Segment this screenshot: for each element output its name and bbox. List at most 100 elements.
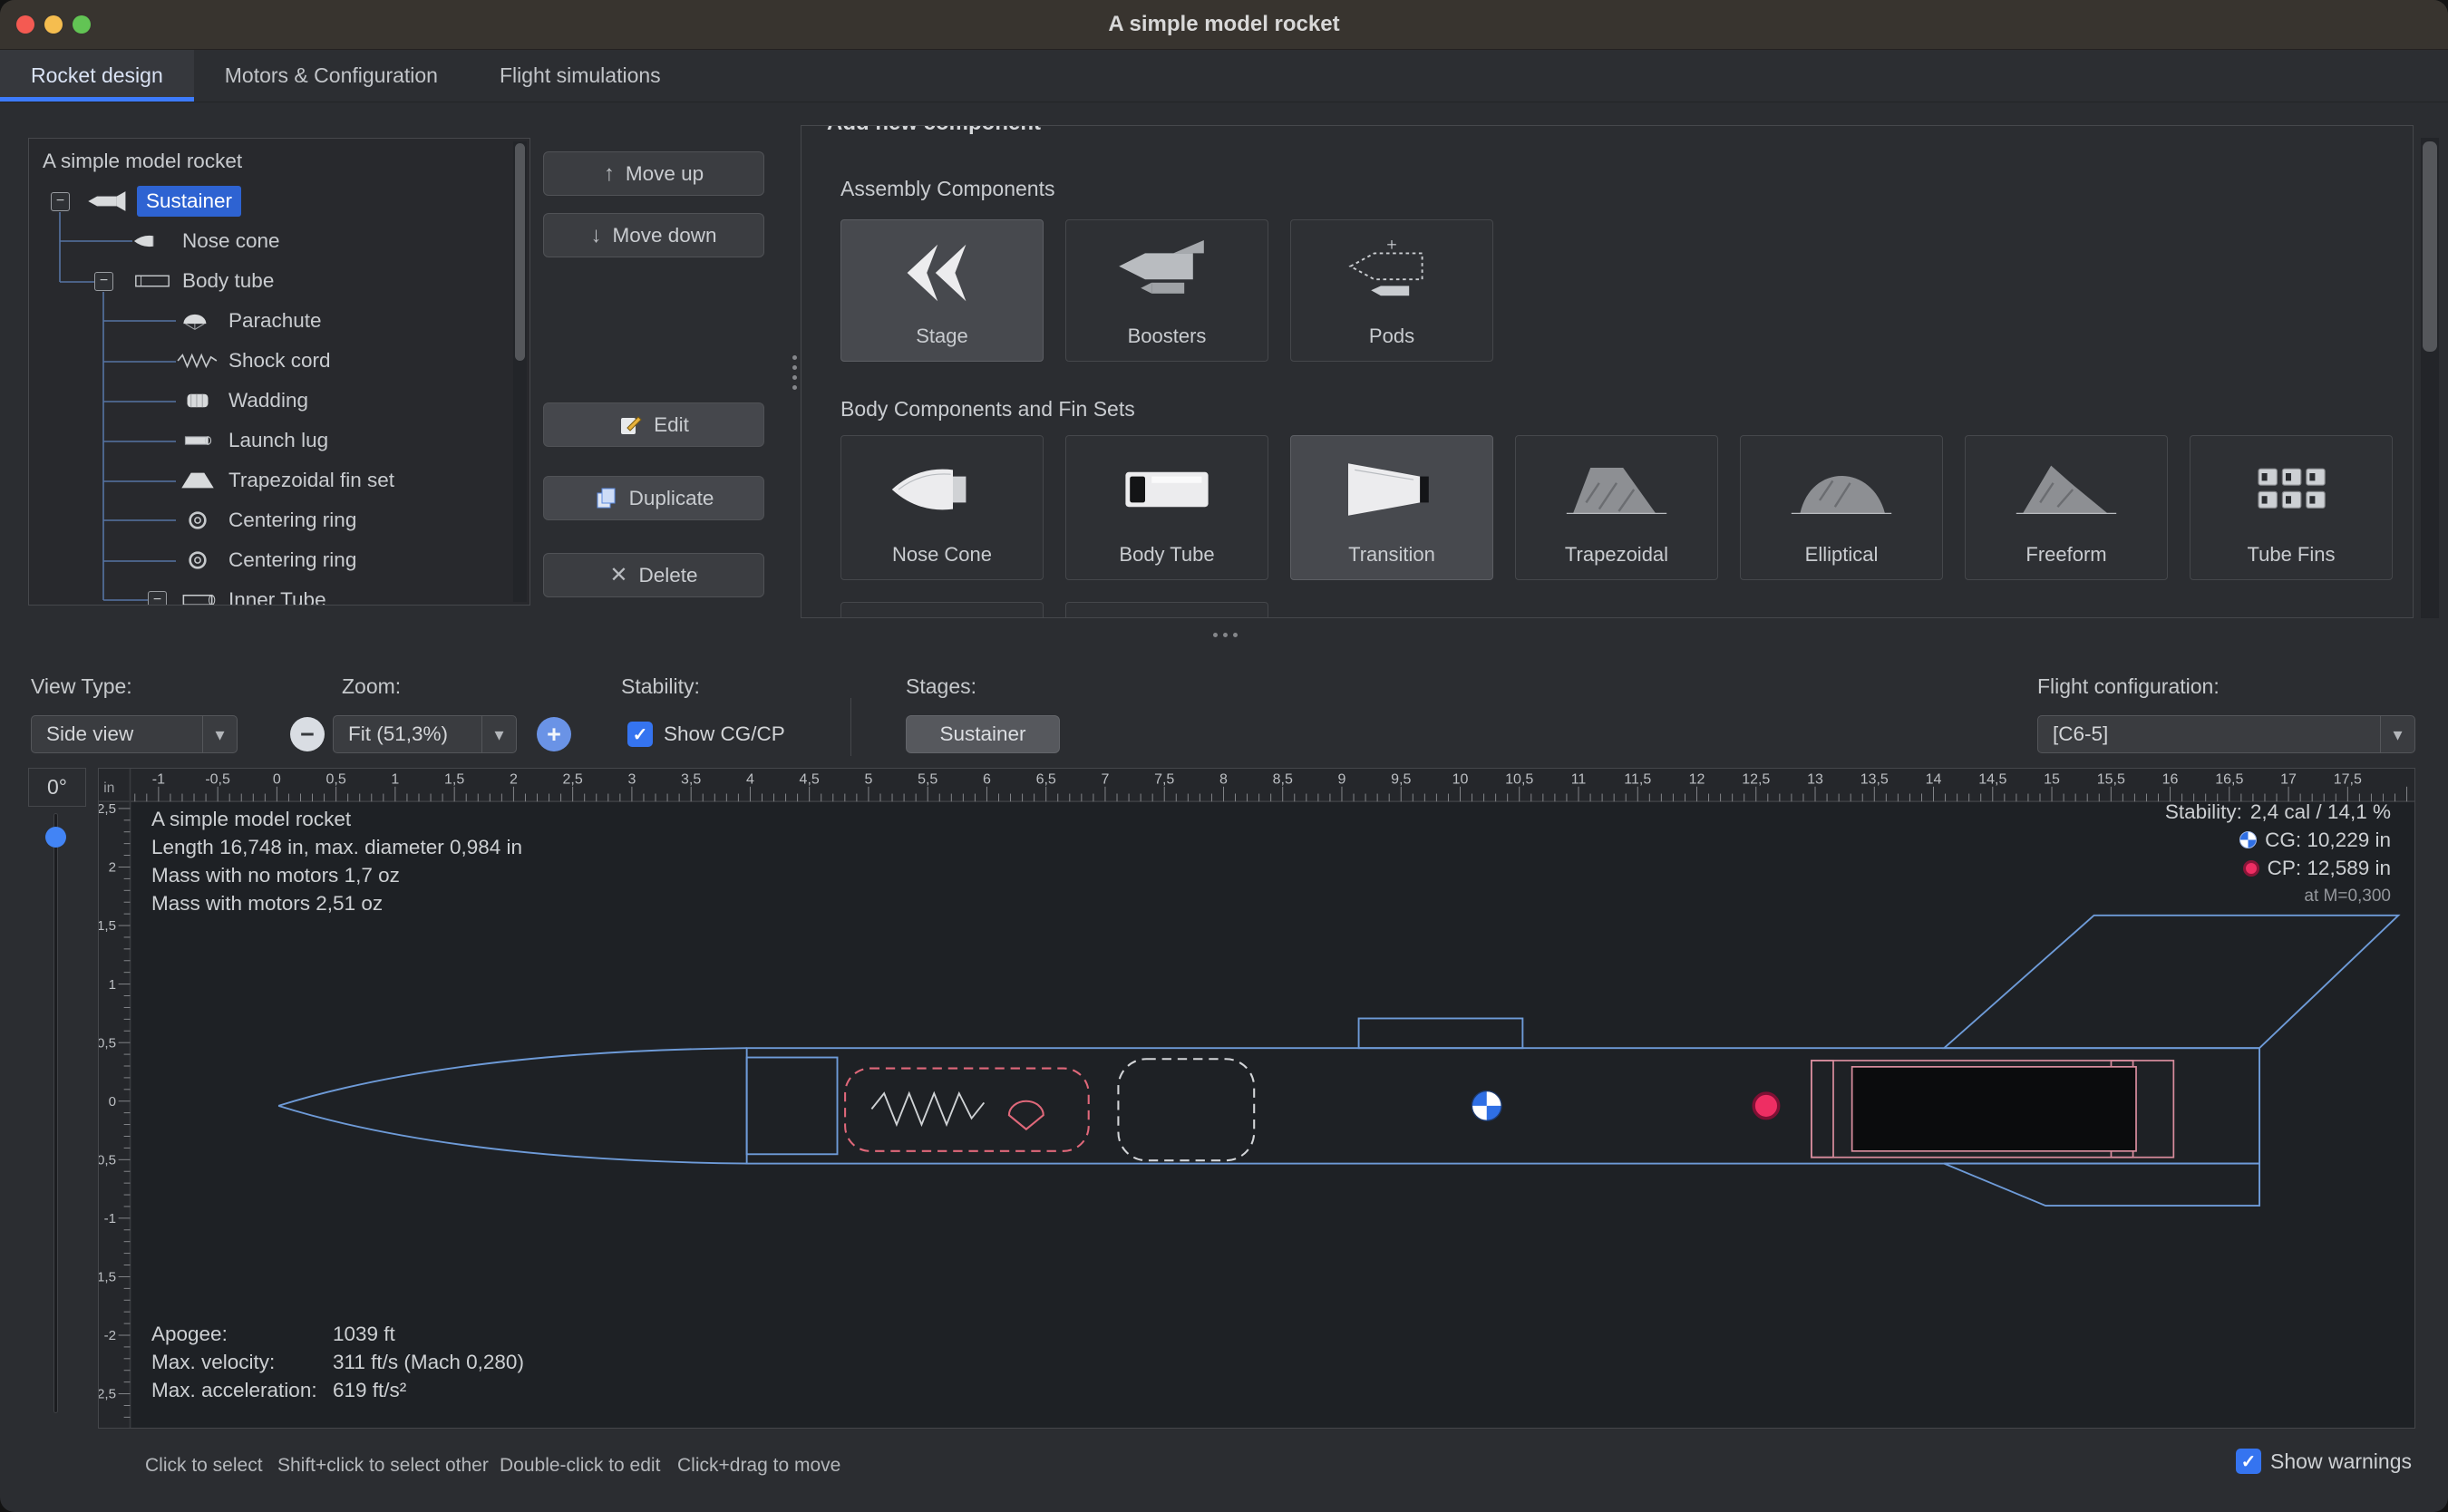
svg-text:4: 4 (746, 771, 754, 787)
component-button-transition[interactable]: Transition (1290, 435, 1493, 580)
maximize-window-button[interactable] (73, 15, 91, 34)
component-button-body-tube[interactable]: Body Tube (1065, 435, 1268, 580)
show-cgcp-checkbox[interactable]: ✓ (627, 722, 653, 747)
view-type-dropdown[interactable]: Side view ▾ (31, 715, 238, 753)
show-warnings-checkbox[interactable]: ✓ (2236, 1449, 2261, 1474)
tree-item-label: Trapezoidal fin set (228, 469, 394, 492)
collapse-handle-icon[interactable]: − (51, 192, 70, 211)
tree-item-centering-ring-2[interactable]: Centering ring (29, 540, 513, 580)
stage-icon (888, 220, 996, 325)
chevron-down-icon: ▾ (481, 716, 516, 752)
collapse-handle-icon[interactable]: − (148, 591, 167, 606)
tree-item-label: Shock cord (228, 349, 331, 373)
tree-item-label: Centering ring (228, 509, 356, 532)
max-acceleration-value: 619 ft/s² (333, 1376, 524, 1404)
tab-rocket-design[interactable]: Rocket design (0, 50, 194, 102)
component-button-tube-fins[interactable]: Tube Fins (2190, 435, 2393, 580)
tree-scrollbar[interactable] (513, 141, 527, 602)
parachute-icon (176, 309, 219, 333)
tree-item-trapezoidal-fin-set[interactable]: Trapezoidal fin set (29, 460, 513, 500)
motor-mount-outline (1812, 1061, 2173, 1158)
tree-item-label: A simple model rocket (43, 150, 242, 173)
component-label: Boosters (1128, 325, 1207, 361)
show-warnings-control[interactable]: ✓ Show warnings (2236, 1449, 2412, 1474)
edit-button[interactable]: Edit (543, 402, 764, 447)
component-button-boosters[interactable]: Boosters (1065, 219, 1268, 362)
rotation-slider-track[interactable] (53, 813, 58, 1413)
close-window-button[interactable] (16, 15, 34, 34)
show-cgcp-control[interactable]: ✓ Show CG/CP (627, 722, 785, 747)
svg-text:11,5: 11,5 (1624, 771, 1651, 787)
svg-text:13: 13 (1807, 771, 1823, 787)
component-button-clipped-2[interactable] (1065, 602, 1268, 618)
tree-item-shock-cord[interactable]: Shock cord (29, 341, 513, 381)
tree-item-rocket-root[interactable]: A simple model rocket (29, 141, 513, 181)
tree-item-wadding[interactable]: Wadding (29, 381, 513, 421)
duplicate-button[interactable]: Duplicate (543, 476, 764, 520)
stability-label: Stability: (621, 674, 700, 699)
rotation-slider-thumb[interactable] (45, 827, 66, 848)
svg-text:17: 17 (2280, 771, 2297, 787)
window-controls (16, 15, 91, 34)
component-button-freeform[interactable]: Freeform (1965, 435, 2168, 580)
nose-cone-icon (888, 436, 996, 543)
tab-flight-simulations[interactable]: Flight simulations (469, 50, 692, 102)
component-button-clipped-1[interactable] (840, 602, 1044, 618)
max-velocity-label: Max. velocity: (151, 1348, 333, 1376)
tab-motors-configuration[interactable]: Motors & Configuration (194, 50, 469, 102)
zoom-out-button[interactable]: − (290, 717, 325, 751)
chevron-down-icon: ▾ (2380, 716, 2414, 752)
svg-text:16: 16 (2162, 771, 2179, 787)
panel-scrollbar[interactable] (2421, 138, 2439, 618)
tree-scrollbar-thumb[interactable] (515, 143, 525, 361)
zoom-dropdown[interactable]: Fit (51,3%) ▾ (333, 715, 517, 753)
component-button-pods[interactable]: Pods (1290, 219, 1493, 362)
centering-ring-icon (176, 548, 219, 572)
vertical-splitter-handle[interactable] (792, 355, 797, 390)
edit-label: Edit (654, 413, 689, 437)
body-tube-icon (1112, 436, 1221, 543)
tree-item-parachute[interactable]: Parachute (29, 301, 513, 341)
flight-configuration-dropdown[interactable]: [C6-5] ▾ (2037, 715, 2415, 753)
tree-item-label: Launch lug (228, 429, 328, 452)
svg-text:0,5: 0,5 (99, 1035, 116, 1051)
parachute-symbol (1009, 1101, 1044, 1129)
rocket-view-canvas[interactable]: in -1-0,500,511,522,533,544,555,566,577,… (98, 768, 2415, 1429)
tree-item-inner-tube[interactable]: − Inner Tube (29, 580, 513, 606)
svg-text:6,5: 6,5 (1036, 771, 1056, 787)
component-button-trapezoidal[interactable]: Trapezoidal (1515, 435, 1718, 580)
svg-text:12: 12 (1689, 771, 1705, 787)
add-component-panel: Add new component Assembly Components St… (801, 125, 2414, 618)
check-icon: ✓ (633, 723, 648, 746)
component-tree-panel: A simple model rocket − Sustainer Nose c… (28, 138, 530, 606)
inner-tube-icon (176, 588, 219, 606)
max-acceleration-label: Max. acceleration: (151, 1376, 333, 1404)
move-up-button[interactable]: ↑ Move up (543, 151, 764, 196)
zoom-value: Fit (51,3%) (334, 722, 481, 746)
view-type-label: View Type: (31, 674, 132, 699)
tree-item-sustainer[interactable]: − Sustainer (29, 181, 513, 221)
component-button-elliptical[interactable]: Elliptical (1740, 435, 1943, 580)
rocket-info-block: A simple model rocket Length 16,748 in, … (151, 805, 522, 917)
zoom-in-button[interactable]: + (537, 717, 571, 751)
mach-note: at M=0,300 (2304, 882, 2391, 910)
nose-cone-icon (132, 229, 172, 253)
component-button-stage[interactable]: Stage (840, 219, 1044, 362)
panel-scrollbar-thumb[interactable] (2423, 141, 2437, 352)
collapse-handle-icon[interactable]: − (94, 272, 113, 291)
hint-double-click: Double-click to edit (500, 1455, 660, 1477)
tab-label: Motors & Configuration (225, 63, 438, 88)
component-button-nose-cone[interactable]: Nose Cone (840, 435, 1044, 580)
tree-item-nose-cone[interactable]: Nose cone (29, 221, 513, 261)
svg-text:-1: -1 (152, 771, 165, 787)
stage-toggle-sustainer[interactable]: Sustainer (906, 715, 1060, 753)
tree-item-body-tube[interactable]: − Body tube (29, 261, 513, 301)
stability-value: 2,4 cal / 14,1 % (2250, 798, 2391, 826)
move-down-button[interactable]: ↓ Move down (543, 213, 764, 257)
delete-button[interactable]: ✕ Delete (543, 553, 764, 597)
tree-item-centering-ring-1[interactable]: Centering ring (29, 500, 513, 540)
tree-item-launch-lug[interactable]: Launch lug (29, 421, 513, 460)
horizontal-splitter-handle[interactable] (1213, 633, 1238, 637)
stage-toggle-label: Sustainer (939, 722, 1025, 746)
minimize-window-button[interactable] (44, 15, 63, 34)
